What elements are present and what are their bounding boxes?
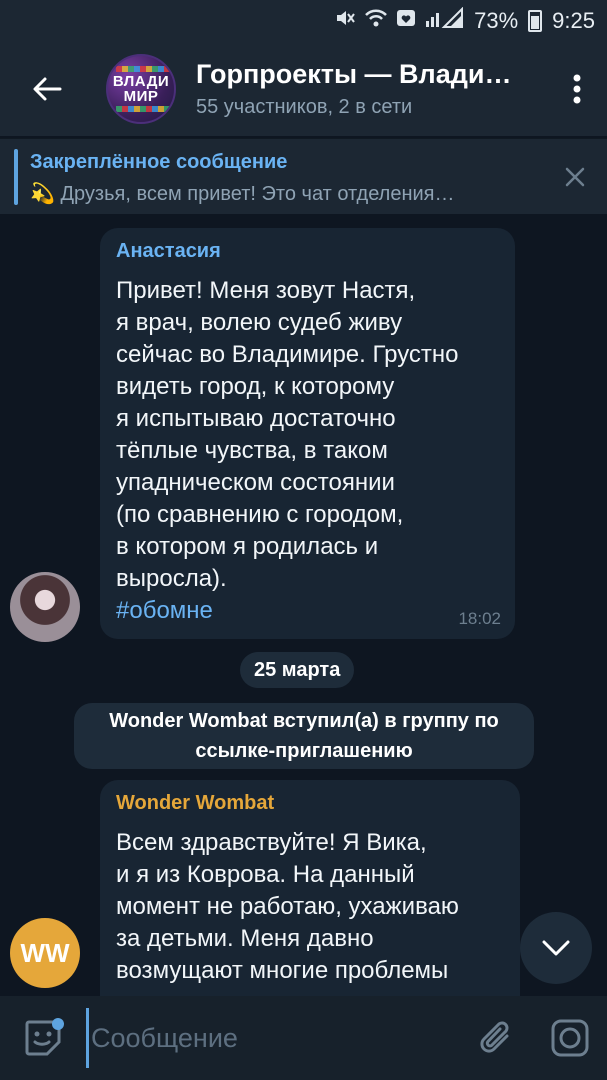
clock: 9:25 xyxy=(552,8,595,33)
avatar-text-2: МИР xyxy=(123,88,159,105)
emoji-button[interactable] xyxy=(0,996,86,1080)
message-bubble[interactable]: Wonder Wombat Всем здравствуйте! Я Вика,… xyxy=(100,780,520,1020)
back-button[interactable] xyxy=(0,42,94,136)
date-divider: 25 марта xyxy=(240,652,355,688)
paperclip-icon xyxy=(480,1021,509,1053)
avatar-text-1: ВЛАДИ xyxy=(112,73,170,90)
message-bubble[interactable]: Анастасия Привет! Меня зовут Настя, я вр… xyxy=(100,228,515,639)
mute-icon xyxy=(334,7,356,35)
battery-percent: 73% xyxy=(474,8,519,33)
signal-icon xyxy=(424,6,464,35)
status-bar: 73% 9:25 xyxy=(0,0,607,42)
service-message: Wonder Wombat вступил(а) в группу по ссы… xyxy=(74,703,534,769)
pinned-message[interactable]: Закреплённое сообщение 💫 Друзья, всем пр… xyxy=(0,138,607,214)
pinned-title: Закреплённое сообщение xyxy=(30,151,288,173)
message-time: 18:02 xyxy=(458,609,501,628)
chat-header: ВЛАДИ МИР Горпроекты — Влади… 55 участни… xyxy=(0,42,607,136)
arrow-left-icon xyxy=(33,77,62,101)
scroll-down-button[interactable] xyxy=(520,912,592,984)
close-icon xyxy=(565,167,585,187)
attach-button[interactable] xyxy=(459,996,533,1080)
close-pinned-button[interactable] xyxy=(557,159,593,195)
avatar-anastasia[interactable] xyxy=(10,572,80,642)
battery-icon xyxy=(528,10,543,32)
message-author[interactable]: Анастасия xyxy=(116,240,499,263)
wifi-icon xyxy=(364,7,388,35)
message-composer xyxy=(0,996,607,1080)
chat-title: Горпроекты — Влади… xyxy=(196,59,512,89)
group-avatar[interactable]: ВЛАДИ МИР xyxy=(106,54,176,124)
message-author[interactable]: Wonder Wombat xyxy=(116,792,504,815)
message-input[interactable] xyxy=(86,1008,459,1068)
instant-camera-icon xyxy=(551,1019,589,1057)
video-message-button[interactable] xyxy=(533,996,607,1080)
chat-info[interactable]: Горпроекты — Влади… 55 участников, 2 в с… xyxy=(196,59,547,119)
message-text: Всем здравствуйте! Я Вика, и я из Ковров… xyxy=(116,829,459,984)
status-icons xyxy=(334,6,464,35)
avatar-initials: WW xyxy=(20,937,70,968)
pinned-text: 💫 Друзья, всем привет! Это чат отделения… xyxy=(30,181,455,206)
dizzy-emoji-icon: 💫 xyxy=(30,183,55,205)
more-menu-button[interactable] xyxy=(547,42,607,136)
heart-icon xyxy=(396,8,416,34)
pinned-text-content: Друзья, всем привет! Это чат отделения… xyxy=(60,183,455,205)
more-vertical-icon xyxy=(573,74,581,104)
avatar-wonder-wombat[interactable]: WW xyxy=(10,918,80,988)
chevron-down-icon xyxy=(542,940,570,956)
chat-subtitle: 55 участников, 2 в сети xyxy=(196,96,413,118)
new-stickers-indicator xyxy=(52,1018,64,1030)
pinned-accent-line xyxy=(14,149,18,205)
message-text: Привет! Меня зовут Настя, я врач, волею … xyxy=(116,277,459,592)
hashtag-link[interactable]: #обомне xyxy=(116,595,499,627)
